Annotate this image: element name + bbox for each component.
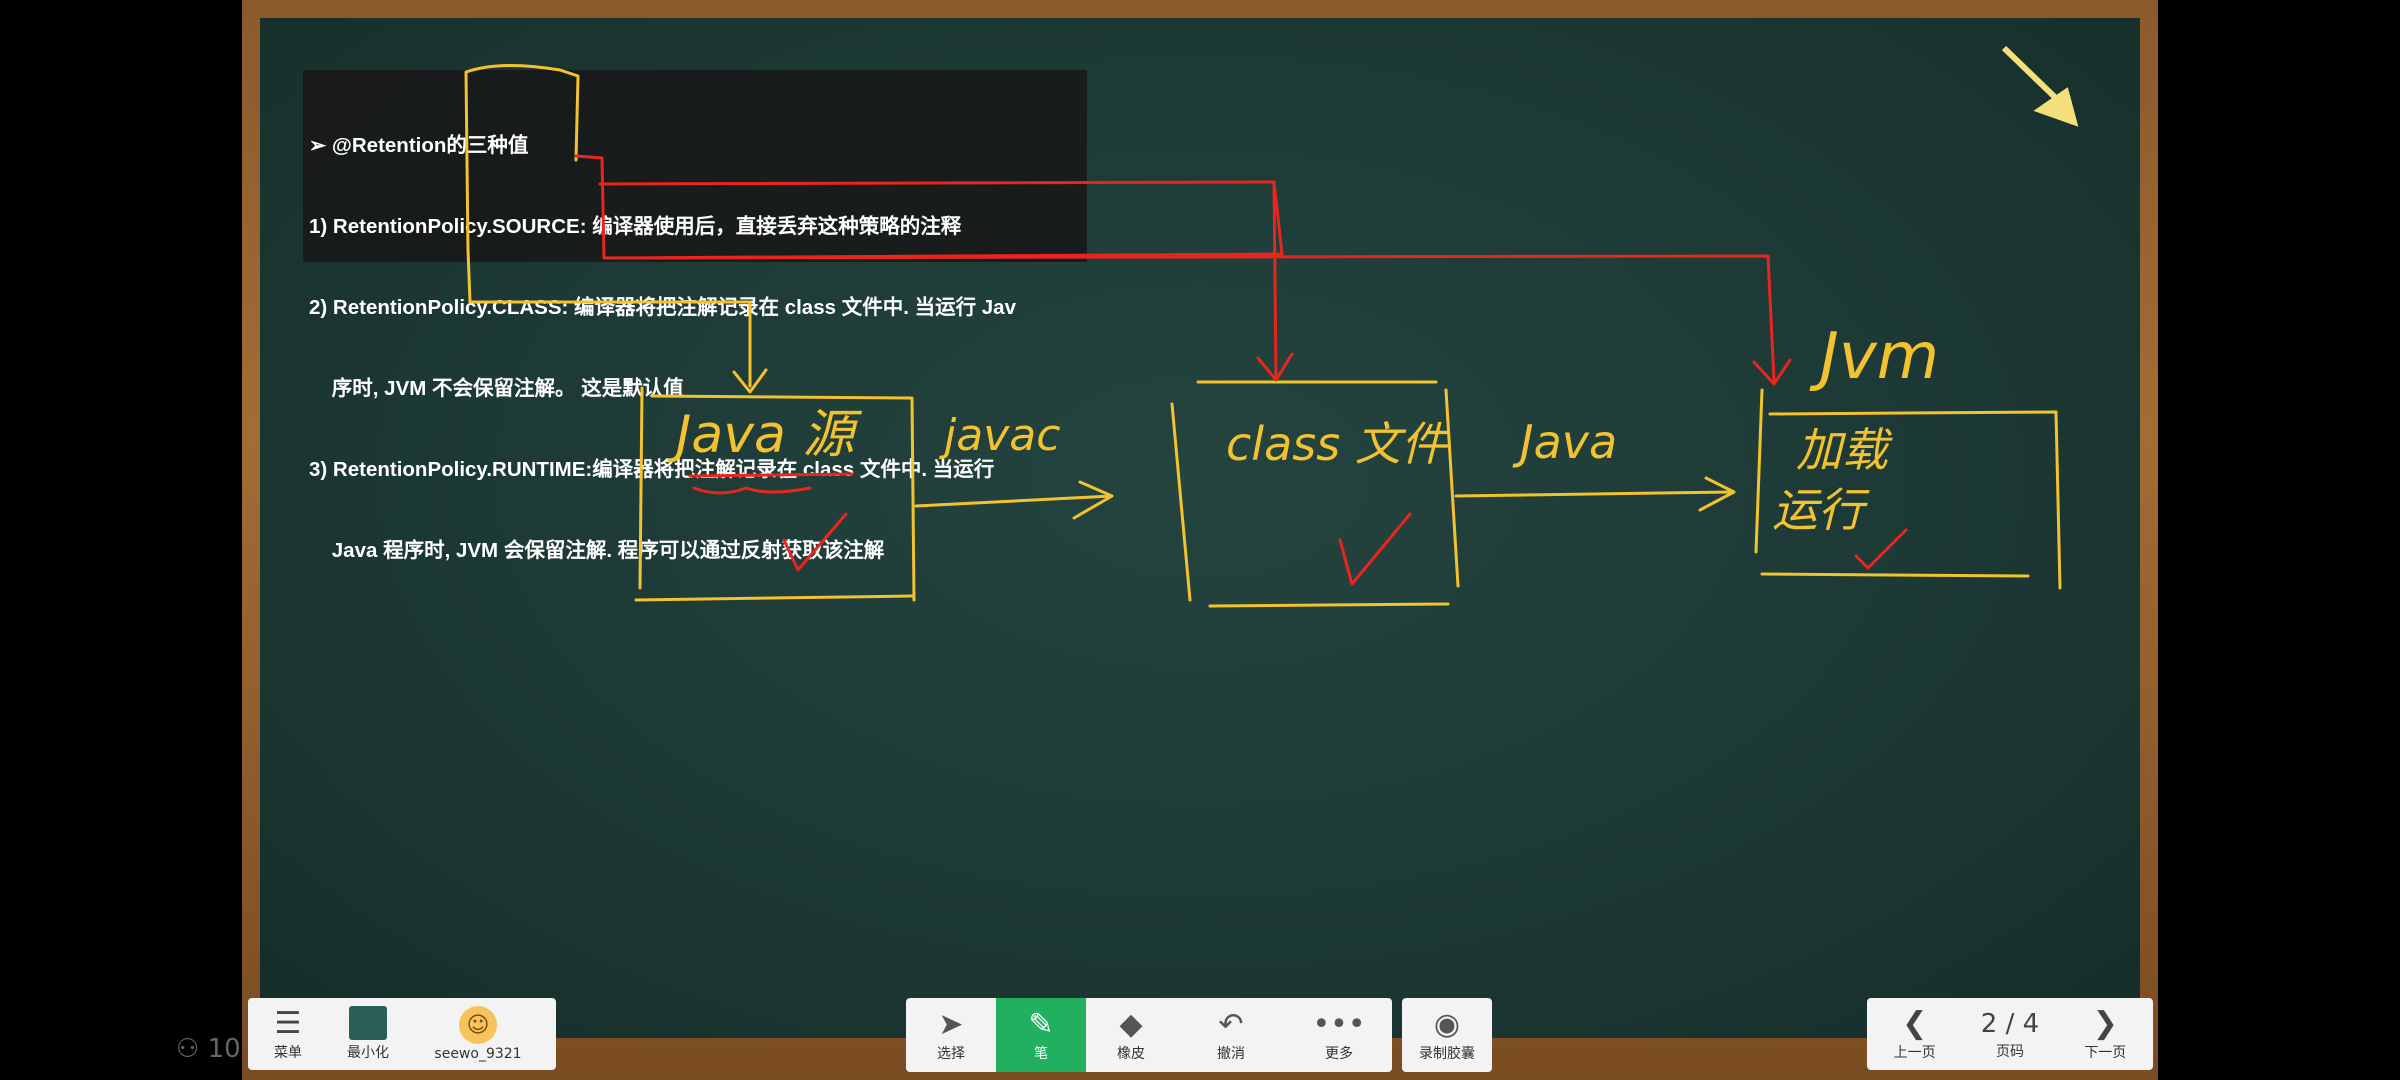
record-camera-icon: ◉ [1433, 1007, 1461, 1042]
menu-button[interactable]: ☰ 菜单 [248, 998, 328, 1070]
avatar: ☺ [459, 1006, 497, 1044]
user-button[interactable]: ☺ seewo_9321 [408, 998, 548, 1070]
slide-line: 2) RetentionPolicy.CLASS: 编译器将把注解记录在 cla… [309, 296, 1016, 319]
menu-icon: ☰ [274, 1006, 302, 1041]
chevron-right-icon: ❯ [2092, 1006, 2118, 1041]
drawing-toolbar: ➤ 选择 ✎ 笔 ◆ 橡皮 ↶ 撤消 ••• 更多 ◉ 录制胶囊 [906, 998, 1492, 1072]
cursor-icon: ➤ [938, 1007, 964, 1042]
undo-label: 撤消 [1217, 1046, 1245, 1062]
tool-group: ➤ 选择 ✎ 笔 ◆ 橡皮 ↶ 撤消 ••• 更多 [906, 998, 1392, 1072]
slide-line: 3) RetentionPolicy.RUNTIME:编译器将把注解记录在 cl… [309, 458, 995, 481]
slide-line: 1) RetentionPolicy.SOURCE: 编译器使用后，直接丢弃这种… [309, 215, 962, 238]
record-label: 录制胶囊 [1419, 1046, 1475, 1062]
menu-label: 菜单 [274, 1045, 302, 1061]
viewer-count: ⚇ 10 [176, 1034, 241, 1064]
next-label: 下一页 [2084, 1045, 2127, 1061]
more-label: 更多 [1325, 1046, 1353, 1062]
select-label: 选择 [937, 1046, 965, 1062]
minimize-thumbnail-icon [349, 1006, 387, 1040]
slide-line: ➢ @Retention的三种值 [309, 134, 529, 157]
minimize-label: 最小化 [347, 1045, 389, 1061]
page-label: 页码 [1995, 1044, 2024, 1060]
pen-label: 笔 [1034, 1046, 1048, 1062]
page-navigator: ❮ 上一页 2 / 4 页码 ❯ 下一页 [1867, 998, 2153, 1070]
eraser-icon: ◆ [1119, 1007, 1143, 1042]
record-capsule-button[interactable]: ◉ 录制胶囊 [1402, 998, 1492, 1072]
select-tool-button[interactable]: ➤ 选择 [906, 998, 996, 1072]
next-page-button[interactable]: ❯ 下一页 [2058, 998, 2153, 1070]
eraser-tool-button[interactable]: ◆ 橡皮 [1086, 998, 1176, 1072]
page-indicator[interactable]: 2 / 4 页码 [1962, 998, 2057, 1070]
page-value: 2 / 4 [1980, 1009, 2040, 1039]
undo-button[interactable]: ↶ 撤消 [1176, 998, 1286, 1072]
more-icon: ••• [1312, 1007, 1366, 1042]
user-label: seewo_9321 [434, 1046, 522, 1062]
record-group: ◉ 录制胶囊 [1402, 998, 1492, 1072]
prev-label: 上一页 [1893, 1045, 1936, 1061]
slide-line: Java 程序时, JVM 会保留注解. 程序可以通过反射获取该注解 [309, 539, 885, 562]
viewers-icon: ⚇ [176, 1034, 200, 1064]
prev-page-button[interactable]: ❮ 上一页 [1867, 998, 1962, 1070]
slide-line: 序时, JVM 不会保留注解。 这是默认值 [309, 377, 684, 400]
eraser-label: 橡皮 [1117, 1046, 1145, 1062]
left-toolbar: ☰ 菜单 最小化 ☺ seewo_9321 [248, 998, 556, 1070]
viewer-count-value: 10 [207, 1034, 241, 1064]
pen-tool-button[interactable]: ✎ 笔 [996, 998, 1086, 1072]
undo-icon: ↶ [1218, 1007, 1244, 1042]
chevron-left-icon: ❮ [1902, 1006, 1928, 1041]
pen-icon: ✎ [1028, 1007, 1054, 1042]
more-button[interactable]: ••• 更多 [1286, 998, 1392, 1072]
slide-text-box: ➢ @Retention的三种值 1) RetentionPolicy.SOUR… [303, 70, 1087, 562]
minimize-button[interactable]: 最小化 [328, 998, 408, 1070]
